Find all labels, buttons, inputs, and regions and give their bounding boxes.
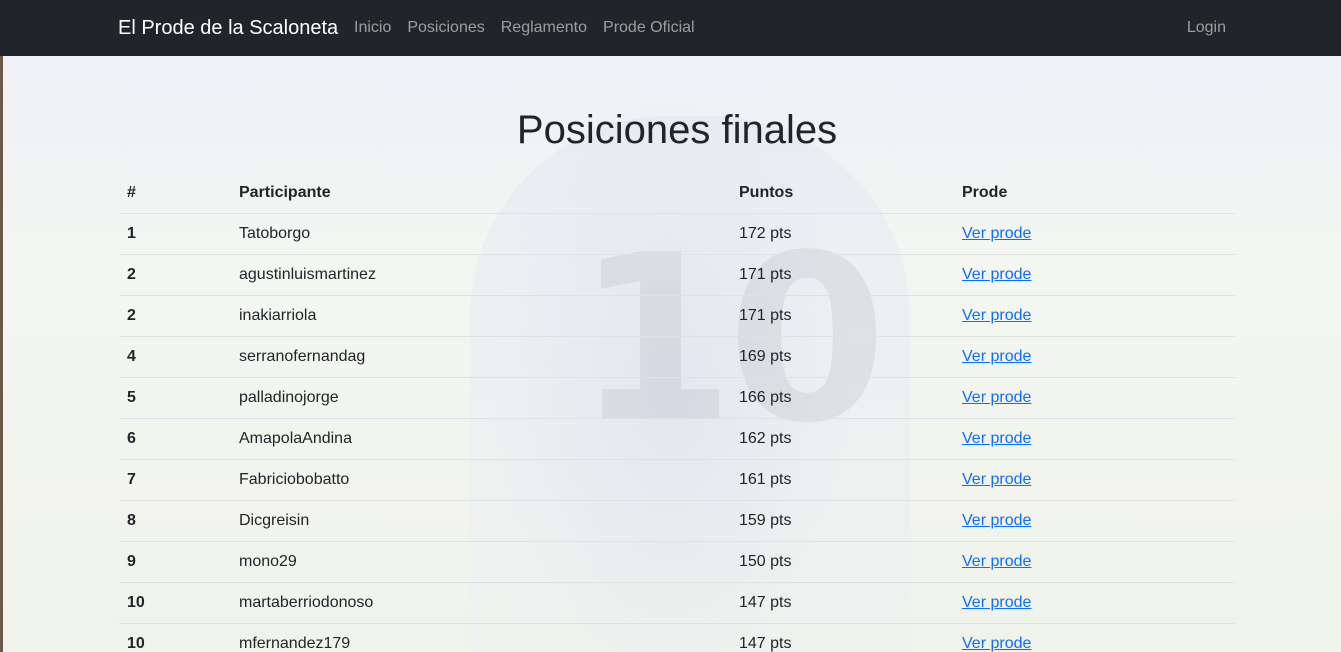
row-participant: agustinluismartinez [231, 254, 731, 296]
ver-prode-link[interactable]: Ver prode [962, 512, 1031, 529]
row-participant: Dicgreisin [231, 500, 731, 542]
table-row: 6 AmapolaAndina 162 pts Ver prode [119, 418, 1235, 460]
row-rank: 2 [119, 295, 231, 337]
header-participant: Participante [231, 173, 731, 214]
row-participant: Tatoborgo [231, 213, 731, 255]
table-row: 2 inakiarriola 171 pts Ver prode [119, 295, 1235, 337]
row-participant: AmapolaAndina [231, 418, 731, 460]
row-points: 171 pts [731, 254, 954, 296]
nav-link-prode-oficial[interactable]: Prode Oficial [603, 18, 695, 38]
row-points: 150 pts [731, 541, 954, 583]
table-row: 10 martaberriodonoso 147 pts Ver prode [119, 582, 1235, 624]
row-rank: 9 [119, 541, 231, 583]
row-points: 161 pts [731, 459, 954, 501]
table-row: 8 Dicgreisin 159 pts Ver prode [119, 500, 1235, 542]
row-participant: Fabriciobobatto [231, 459, 731, 501]
main-content: Posiciones finales # Participante Puntos… [119, 56, 1235, 652]
row-prode-cell: Ver prode [954, 418, 1235, 460]
header-prode: Prode [954, 173, 1235, 214]
row-prode-cell: Ver prode [954, 582, 1235, 624]
row-participant: inakiarriola [231, 295, 731, 337]
row-points: 147 pts [731, 623, 954, 652]
ver-prode-link[interactable]: Ver prode [962, 348, 1031, 365]
background-edge [0, 56, 3, 652]
row-rank: 4 [119, 336, 231, 378]
table-row: 5 palladinojorge 166 pts Ver prode [119, 377, 1235, 419]
row-points: 171 pts [731, 295, 954, 337]
row-rank: 10 [119, 582, 231, 624]
row-participant: mfernandez179 [231, 623, 731, 652]
row-participant: martaberriodonoso [231, 582, 731, 624]
row-rank: 8 [119, 500, 231, 542]
header-rank: # [119, 173, 231, 214]
nav-link-reglamento[interactable]: Reglamento [501, 18, 587, 38]
row-participant: mono29 [231, 541, 731, 583]
ver-prode-link[interactable]: Ver prode [962, 225, 1031, 242]
ver-prode-link[interactable]: Ver prode [962, 553, 1031, 570]
row-prode-cell: Ver prode [954, 377, 1235, 419]
ver-prode-link[interactable]: Ver prode [962, 594, 1031, 611]
row-rank: 5 [119, 377, 231, 419]
nav-link-posiciones[interactable]: Posiciones [407, 18, 484, 38]
row-points: 172 pts [731, 213, 954, 255]
standings-table: # Participante Puntos Prode 1 Tatoborgo … [119, 173, 1235, 652]
row-points: 169 pts [731, 336, 954, 378]
row-rank: 7 [119, 459, 231, 501]
row-prode-cell: Ver prode [954, 623, 1235, 652]
table-row: 1 Tatoborgo 172 pts Ver prode [119, 213, 1235, 255]
login-link[interactable]: Login [1187, 18, 1226, 38]
row-prode-cell: Ver prode [954, 295, 1235, 337]
row-prode-cell: Ver prode [954, 254, 1235, 296]
row-prode-cell: Ver prode [954, 213, 1235, 255]
row-rank: 1 [119, 213, 231, 255]
brand-link[interactable]: El Prode de la Scaloneta [118, 16, 338, 40]
row-rank: 2 [119, 254, 231, 296]
row-points: 166 pts [731, 377, 954, 419]
ver-prode-link[interactable]: Ver prode [962, 389, 1031, 406]
row-points: 162 pts [731, 418, 954, 460]
row-prode-cell: Ver prode [954, 459, 1235, 501]
row-points: 159 pts [731, 500, 954, 542]
row-participant: serranofernandag [231, 336, 731, 378]
page-title: Posiciones finales [516, 108, 838, 152]
ver-prode-link[interactable]: Ver prode [962, 635, 1031, 652]
row-prode-cell: Ver prode [954, 500, 1235, 542]
row-rank: 6 [119, 418, 231, 460]
header-points: Puntos [731, 173, 954, 214]
nav-links: Inicio Posiciones Reglamento Prode Ofici… [354, 18, 695, 38]
ver-prode-link[interactable]: Ver prode [962, 266, 1031, 283]
row-points: 147 pts [731, 582, 954, 624]
ver-prode-link[interactable]: Ver prode [962, 307, 1031, 324]
row-participant: palladinojorge [231, 377, 731, 419]
table-header-row: # Participante Puntos Prode [119, 173, 1235, 214]
table-row: 2 agustinluismartinez 171 pts Ver prode [119, 254, 1235, 296]
row-rank: 10 [119, 623, 231, 652]
table-row: 7 Fabriciobobatto 161 pts Ver prode [119, 459, 1235, 501]
table-row: 9 mono29 150 pts Ver prode [119, 541, 1235, 583]
row-prode-cell: Ver prode [954, 541, 1235, 583]
table-row: 4 serranofernandag 169 pts Ver prode [119, 336, 1235, 378]
table-row: 10 mfernandez179 147 pts Ver prode [119, 623, 1235, 652]
navbar: El Prode de la Scaloneta Inicio Posicion… [0, 0, 1341, 56]
ver-prode-link[interactable]: Ver prode [962, 471, 1031, 488]
nav-link-inicio[interactable]: Inicio [354, 18, 391, 38]
row-prode-cell: Ver prode [954, 336, 1235, 378]
ver-prode-link[interactable]: Ver prode [962, 430, 1031, 447]
